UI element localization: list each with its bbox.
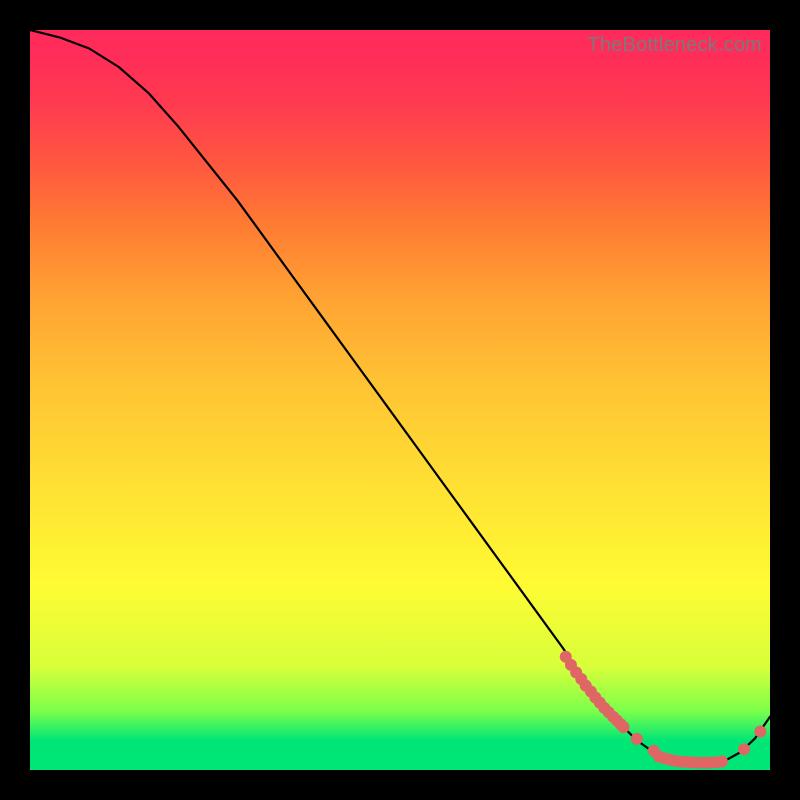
marker-dot	[738, 743, 750, 755]
marker-dot	[617, 721, 629, 733]
curve-layer	[30, 30, 770, 770]
marker-dot	[611, 714, 623, 726]
marker-dot	[607, 711, 619, 723]
marker-dot	[689, 757, 701, 769]
marker-dot	[694, 757, 706, 769]
marker-dot	[631, 733, 643, 745]
marker-dot	[585, 686, 597, 698]
marker-dot	[663, 754, 675, 766]
plot-area: TheBottleneck.com	[30, 30, 770, 770]
marker-dot	[705, 757, 717, 769]
marker-dot	[711, 756, 723, 768]
watermark-text: TheBottleneck.com	[587, 34, 762, 57]
marker-dot	[674, 755, 686, 767]
marker-dot	[615, 718, 627, 730]
marker-dot	[700, 757, 712, 769]
marker-dot	[669, 755, 681, 767]
marker-dot	[589, 691, 601, 703]
marker-dot	[598, 702, 610, 714]
marker-dot	[684, 756, 696, 768]
marker-dot	[580, 680, 592, 692]
marker-dot	[754, 726, 766, 738]
marker-dot	[679, 756, 691, 768]
marker-dot	[658, 752, 670, 764]
marker-dot	[565, 659, 577, 671]
marker-dot	[570, 666, 582, 678]
marker-dot	[575, 673, 587, 685]
bottleneck-curve	[30, 30, 770, 763]
chart-frame: TheBottleneck.com	[0, 0, 800, 800]
marker-dot	[716, 755, 728, 767]
marker-dot	[648, 745, 660, 757]
marker-dot	[603, 706, 615, 718]
marker-dot	[594, 697, 606, 709]
marker-layer	[560, 651, 767, 769]
marker-dot	[560, 651, 572, 663]
marker-dot	[653, 751, 665, 763]
